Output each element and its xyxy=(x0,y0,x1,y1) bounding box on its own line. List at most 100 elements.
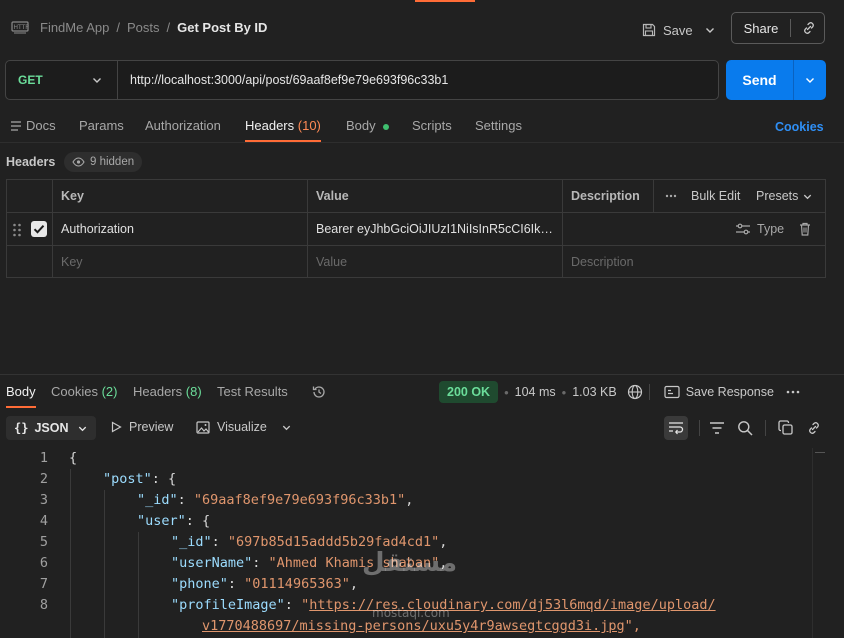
response-headers-label: Headers xyxy=(133,384,183,399)
code-line: { xyxy=(69,450,78,466)
code-line: "user": { xyxy=(137,513,211,529)
response-time[interactable]: 104 ms xyxy=(515,385,556,399)
code-line: "post": { xyxy=(103,471,177,487)
profile-image-link-cont[interactable]: v1770488697/missing-persons/uxu5y4r9awse… xyxy=(202,618,625,634)
breadcrumb-workspace[interactable]: FindMe App xyxy=(40,20,109,35)
copy-link-icon[interactable] xyxy=(801,20,817,36)
code-line: "phone": "01114965363", xyxy=(171,576,358,592)
line-number: 5 xyxy=(39,534,48,550)
bulk-edit-button[interactable]: Bulk Edit xyxy=(691,180,740,213)
type-settings-icon xyxy=(735,222,751,236)
request-header: HTTP FindMe App / Posts / Get Post By ID… xyxy=(0,8,844,48)
save-response-button[interactable]: Save Response xyxy=(686,385,774,399)
breadcrumb-collection[interactable]: Posts xyxy=(127,20,160,35)
watermark-logo: مستقل xyxy=(362,548,458,578)
response-tabs: Body Cookies (2) Headers (8) Test Result… xyxy=(0,376,844,408)
format-select[interactable]: {} JSON xyxy=(6,416,96,440)
save-options-chevron-icon[interactable] xyxy=(704,24,716,36)
share-button[interactable]: Share xyxy=(731,12,825,44)
preview-button[interactable]: Preview xyxy=(110,420,173,434)
history-icon[interactable] xyxy=(311,384,327,400)
response-tab-headers[interactable]: Headers (8) xyxy=(133,376,202,408)
header-row-key[interactable]: Authorization xyxy=(61,213,301,246)
presets-button[interactable]: Presets xyxy=(756,180,813,213)
new-header-value-input[interactable]: Value xyxy=(316,246,347,279)
tab-settings[interactable]: Settings xyxy=(475,110,522,142)
hidden-count: 9 hidden xyxy=(90,156,135,168)
breadcrumb: FindMe App / Posts / Get Post By ID xyxy=(40,20,268,35)
wrap-lines-icon xyxy=(668,421,684,435)
header-enabled-checkbox[interactable] xyxy=(31,221,47,237)
tab-body-label: Body xyxy=(346,118,376,133)
url-input[interactable]: http://localhost:3000/api/post/69aaf8ef9… xyxy=(118,73,448,87)
drag-handle-icon[interactable] xyxy=(12,223,22,237)
type-button[interactable]: Type xyxy=(757,213,784,246)
response-tab-body[interactable]: Body xyxy=(6,376,36,408)
save-icon xyxy=(641,22,657,38)
response-tab-test-results[interactable]: Test Results xyxy=(217,376,288,408)
new-header-description-input[interactable]: Description xyxy=(571,246,634,279)
save-response-icon xyxy=(664,385,680,399)
breadcrumb-request[interactable]: Get Post By ID xyxy=(177,20,267,35)
header-row-value[interactable]: Bearer eyJhbGciOiJIUzI1NiIsInR5cCI6IkpXV… xyxy=(316,213,556,246)
http-icon: HTTP xyxy=(11,20,29,36)
headers-table: Key Value Description Bulk Edit Presets … xyxy=(6,179,826,278)
visualize-button[interactable]: Visualize xyxy=(196,420,292,434)
play-icon xyxy=(110,421,122,433)
link-icon[interactable] xyxy=(806,420,822,436)
globe-icon[interactable] xyxy=(627,384,643,400)
body-indicator-dot xyxy=(383,123,390,130)
more-options-icon[interactable] xyxy=(665,192,677,200)
json-braces-icon: {} xyxy=(14,421,29,435)
tab-params[interactable]: Params xyxy=(79,110,124,142)
line-number: 1 xyxy=(39,450,48,466)
filter-icon[interactable] xyxy=(709,421,725,435)
method-chevron-icon xyxy=(91,74,103,86)
tab-headers-count: (10) xyxy=(297,118,321,133)
line-number: 7 xyxy=(39,576,48,592)
column-header-key: Key xyxy=(61,189,84,203)
response-meta: 200 OK • 104 ms • 1.03 KB Save Response xyxy=(439,381,800,403)
tab-headers[interactable]: Headers (10) xyxy=(245,110,321,142)
line-number: 4 xyxy=(39,513,48,529)
save-label: Save xyxy=(663,22,693,38)
code-line: "_id": "69aaf8ef9e79e693f96c33b1", xyxy=(137,492,414,508)
tab-body[interactable]: Body xyxy=(346,110,390,142)
hidden-headers-toggle[interactable]: 9 hidden xyxy=(64,152,143,172)
visualize-chevron-icon[interactable] xyxy=(281,422,292,433)
line-number: 8 xyxy=(39,597,48,613)
response-size[interactable]: 1.03 KB xyxy=(572,385,616,399)
trash-icon[interactable] xyxy=(799,222,811,236)
tab-scripts[interactable]: Scripts xyxy=(412,110,452,142)
tab-authorization[interactable]: Authorization xyxy=(145,110,221,142)
copy-icon[interactable] xyxy=(778,420,794,436)
format-label: JSON xyxy=(34,421,69,435)
eye-icon xyxy=(72,157,85,167)
send-button[interactable]: Send xyxy=(726,60,826,100)
response-more-icon[interactable] xyxy=(786,389,800,395)
response-cookies-count: (2) xyxy=(101,384,118,399)
new-header-key-input[interactable]: Key xyxy=(61,246,83,279)
code-scrollbar[interactable] xyxy=(812,448,826,638)
preview-label: Preview xyxy=(129,420,174,434)
method-select[interactable]: GET xyxy=(6,61,118,99)
line-number: 3 xyxy=(39,492,48,508)
column-header-value: Value xyxy=(316,189,349,203)
response-headers-count: (8) xyxy=(185,384,202,399)
send-label: Send xyxy=(742,72,777,88)
status-badge[interactable]: 200 OK xyxy=(439,381,499,403)
top-strip xyxy=(0,0,844,4)
wrap-lines-button[interactable] xyxy=(664,416,688,440)
search-icon[interactable] xyxy=(737,420,753,436)
cookies-link[interactable]: Cookies xyxy=(775,120,824,134)
docs-icon xyxy=(10,120,22,132)
line-number: 6 xyxy=(39,555,48,571)
svg-text:HTTP: HTTP xyxy=(14,24,30,31)
response-tab-cookies[interactable]: Cookies (2) xyxy=(51,376,117,408)
profile-image-link[interactable]: https://res.cloudinary.com/dj53l6mqd/ima… xyxy=(309,597,715,613)
active-tab-indicator xyxy=(415,0,475,2)
send-options-chevron-icon[interactable] xyxy=(793,60,826,100)
tab-docs[interactable]: Docs xyxy=(26,110,56,142)
share-label: Share xyxy=(743,20,779,36)
save-button[interactable]: Save xyxy=(641,18,693,42)
